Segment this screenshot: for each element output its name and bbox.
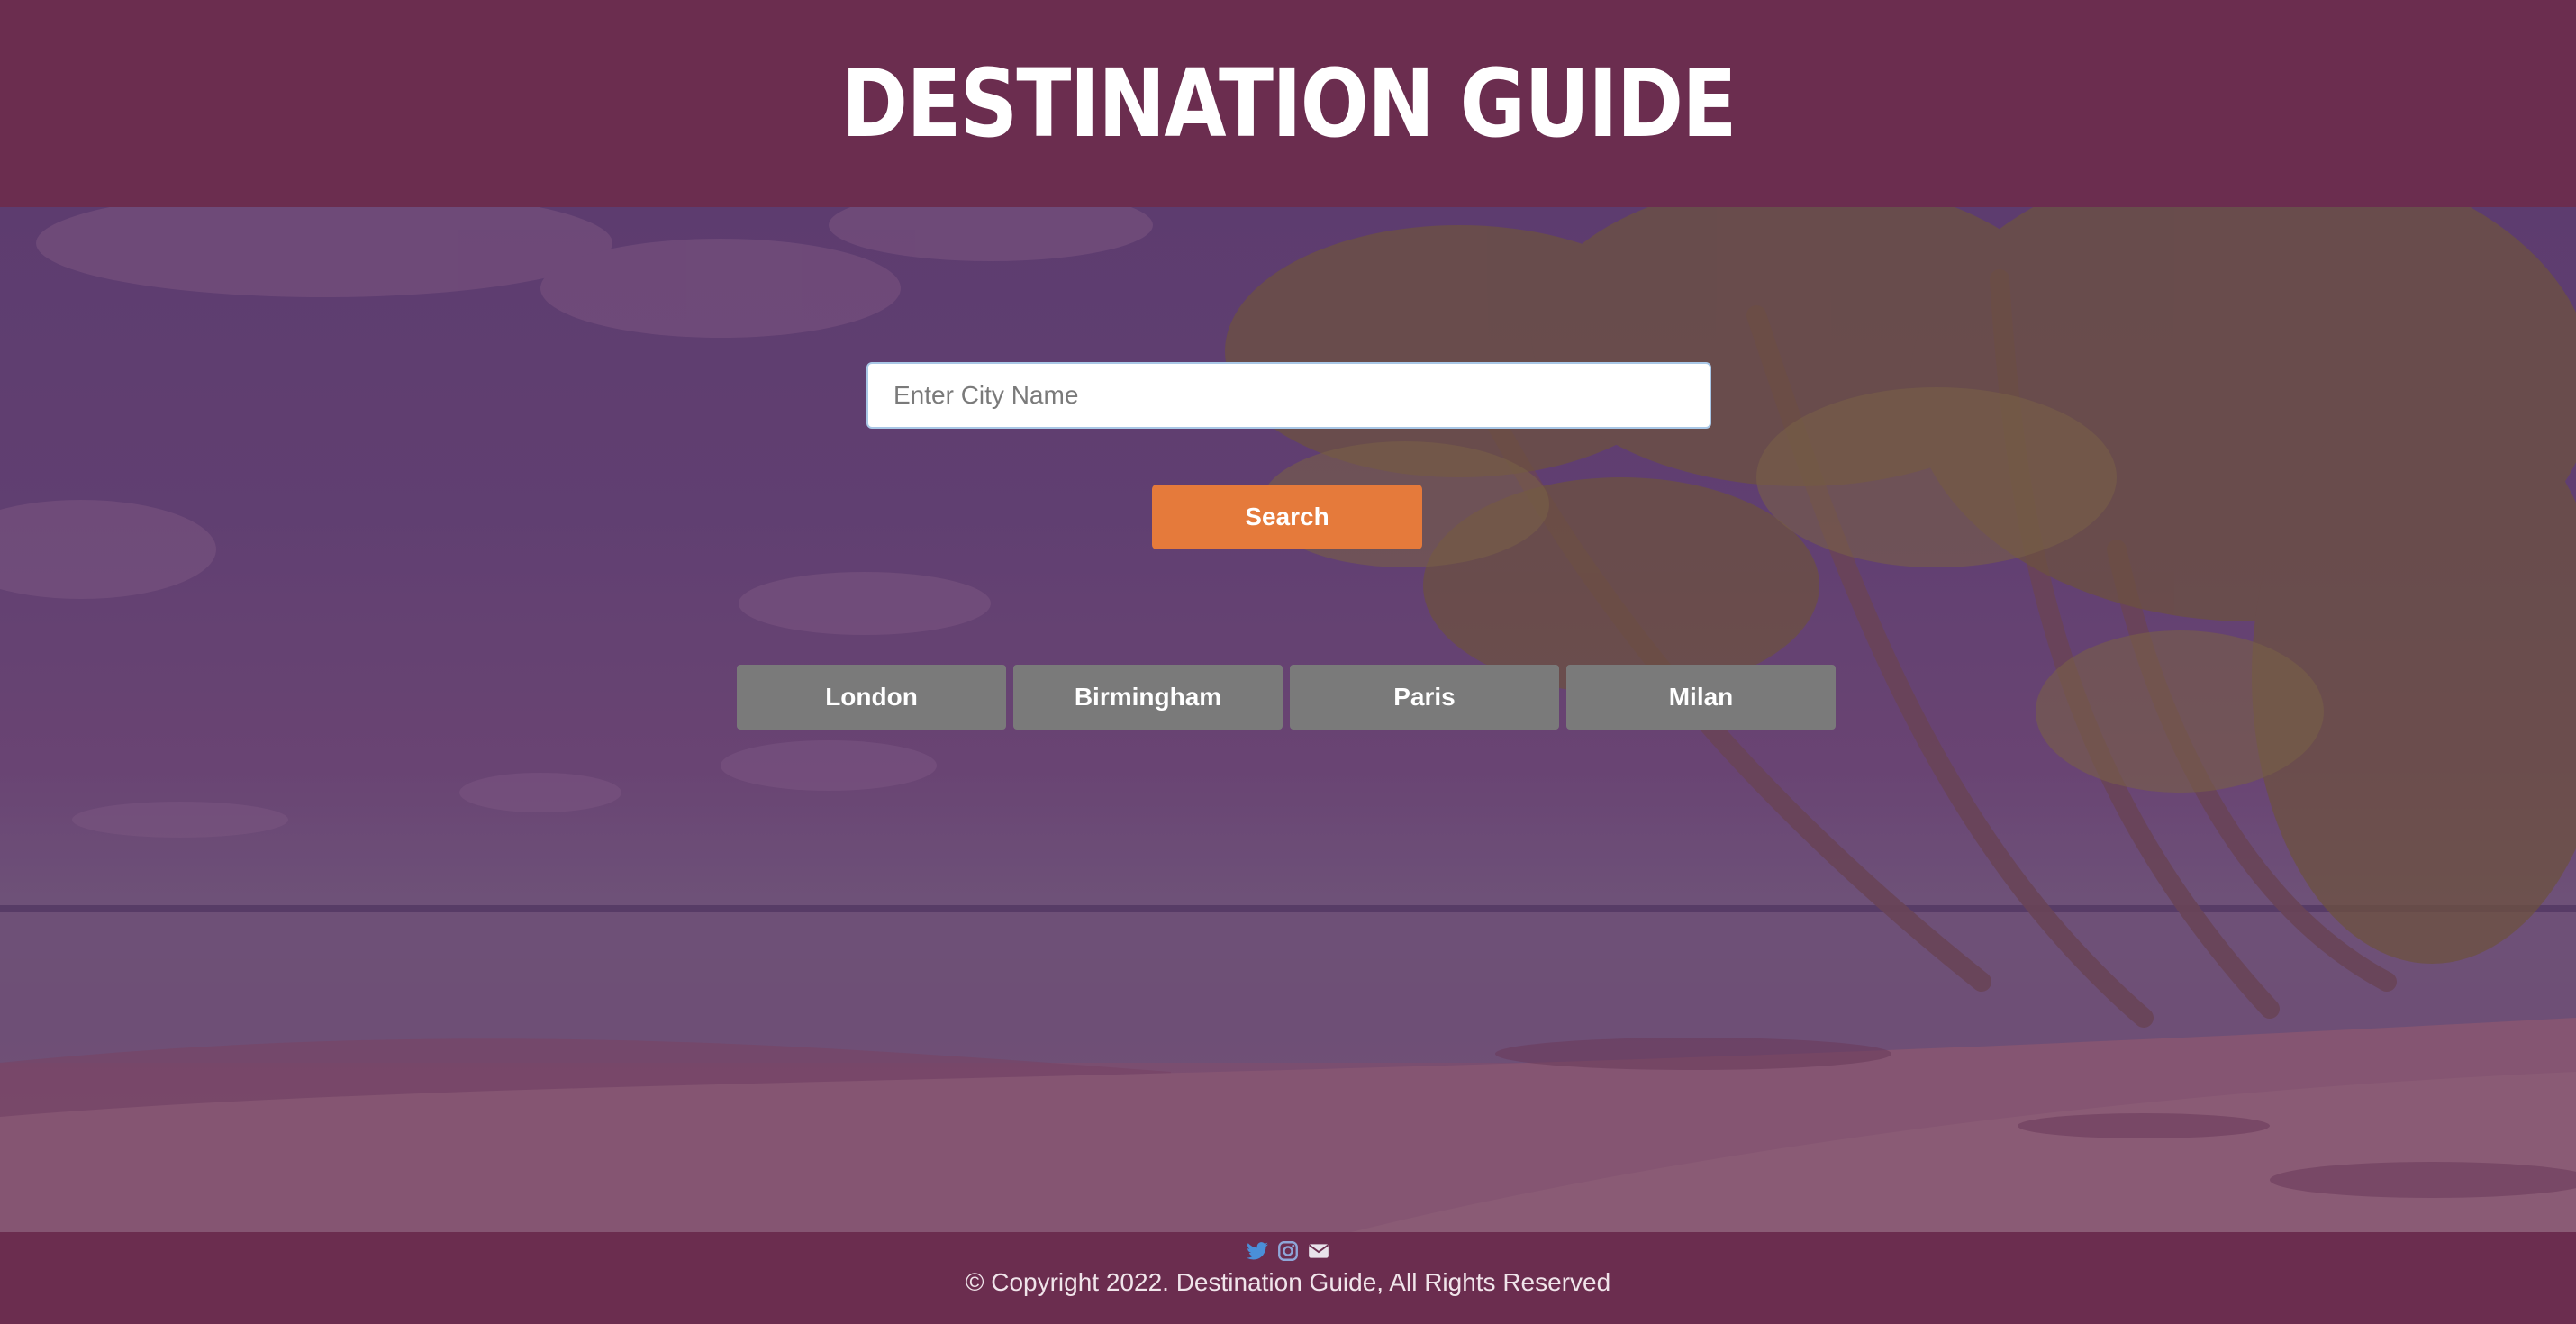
search-button[interactable]: Search	[1152, 485, 1422, 549]
hero-section: Search London Birmingham Paris Milan	[0, 207, 2576, 1232]
city-button-paris[interactable]: Paris	[1290, 665, 1559, 730]
copyright-text: © Copyright 2022. Destination Guide, All…	[965, 1268, 1611, 1296]
city-search-input[interactable]	[866, 362, 1711, 429]
page-title: DESTINATION GUIDE	[840, 49, 1737, 159]
site-footer: © Copyright 2022. Destination Guide, All…	[0, 1232, 2576, 1324]
city-button-london[interactable]: London	[737, 665, 1006, 730]
city-button-birmingham[interactable]: Birmingham	[1013, 665, 1283, 730]
email-icon[interactable]	[1307, 1239, 1330, 1263]
twitter-icon[interactable]	[1246, 1239, 1269, 1263]
city-shortcut-buttons: London Birmingham Paris Milan	[737, 665, 1836, 730]
city-button-milan[interactable]: Milan	[1566, 665, 1836, 730]
social-links	[0, 1239, 2576, 1263]
site-header: DESTINATION GUIDE	[0, 0, 2576, 207]
instagram-icon[interactable]	[1276, 1239, 1300, 1263]
